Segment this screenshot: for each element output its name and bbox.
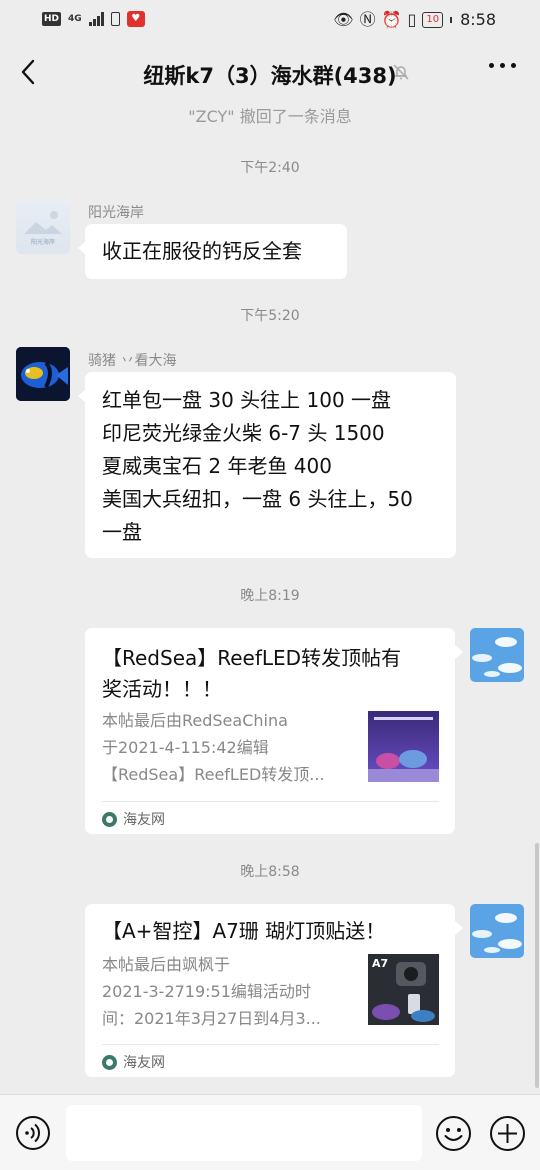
message-line: 印尼荧光绿金火柴 6-7 头 1500 <box>102 421 385 445</box>
message-input[interactable] <box>66 1105 422 1161</box>
mute-bell-icon <box>393 64 409 80</box>
sky-avatar-icon <box>470 628 524 682</box>
card-desc-line: 间：2021年3月27日到4月3... <box>102 1009 321 1028</box>
avatar[interactable]: 阳光海岸 <box>16 200 70 254</box>
eye-comfort-icon: 👁 <box>333 9 354 29</box>
card-title-line: 奖活动！！！ <box>102 677 222 701</box>
status-bar: HD 4G ♥ 👁 Ⓝ ⏰ ▯ 10 8:58 <box>0 0 540 40</box>
time-divider: 晚上8:19 <box>240 588 300 604</box>
add-more-icon[interactable] <box>489 1115 526 1152</box>
avatar[interactable] <box>16 347 70 401</box>
avatar-caption: 阳光海岸 <box>30 239 55 246</box>
recall-notice: "ZCY" 撤回了一条消息 <box>188 107 352 126</box>
shared-link-card[interactable]: 【RedSea】ReefLED转发顶帖有 奖活动！！！ 本帖最后由RedSeaC… <box>85 628 463 834</box>
card-desc-line: 本帖最后由飒枫于 <box>102 955 231 974</box>
source-logo-icon <box>102 811 117 827</box>
time-divider: 下午5:20 <box>240 308 300 324</box>
card-description: 本帖最后由RedSeaChina 于2021-4-115:42编辑 【RedSe… <box>102 707 325 788</box>
voice-input-icon[interactable] <box>15 1115 51 1151</box>
hd-badge: HD <box>42 12 62 26</box>
card-source: 海友网 <box>102 809 165 829</box>
emoji-icon[interactable] <box>435 1115 472 1152</box>
fish-avatar-icon <box>16 347 70 401</box>
chat-header: 纽斯k7（3）海水群(438) <box>0 40 540 106</box>
card-desc-line: 【RedSea】ReefLED转发顶... <box>102 765 325 784</box>
card-divider <box>102 1044 439 1045</box>
card-source: 海友网 <box>102 1052 165 1072</box>
time-divider: 下午2:40 <box>240 160 300 176</box>
message-line: 夏威夷宝石 2 年老鱼 400 <box>102 454 332 478</box>
my-avatar[interactable] <box>470 904 524 958</box>
app-notification-icon: ♥ <box>126 11 145 27</box>
coral-light-thumbnail: A7 <box>368 954 439 1025</box>
shared-link-card[interactable]: 【A+智控】A7珊 瑚灯顶贴送！ 本帖最后由飒枫于 2021-3-2719:51… <box>85 904 463 1077</box>
message-text: 收正在服役的钙反全套 <box>102 239 302 263</box>
chat-title: 纽斯k7（3）海水群(438) <box>143 64 397 88</box>
aquarium-thumbnail <box>368 711 439 782</box>
scrollbar[interactable] <box>535 843 539 1088</box>
more-options-button[interactable] <box>489 63 516 68</box>
status-left: HD 4G ♥ <box>42 11 145 27</box>
battery-tip <box>450 16 453 23</box>
vibrate-icon: ▯ <box>407 9 417 29</box>
status-time: 8:58 <box>460 10 496 29</box>
sky-avatar-icon <box>470 904 524 958</box>
card-desc-line: 本帖最后由RedSeaChina <box>102 711 288 730</box>
signal-icon <box>88 12 104 26</box>
card-desc-line: 2021-3-2719:51编辑活动时 <box>102 982 311 1001</box>
battery-icon: 10 <box>422 11 444 28</box>
battery-level: 10 <box>426 13 440 25</box>
card-title-line: 【RedSea】ReefLED转发顶帖有 <box>102 646 402 670</box>
card-title: 【A+智控】A7珊 瑚灯顶贴送！ <box>102 916 385 947</box>
time-divider: 晚上8:58 <box>240 864 300 880</box>
thumb-label: A7 <box>372 957 389 970</box>
alarm-icon: ⏰ <box>381 9 402 29</box>
nfc-icon: Ⓝ <box>359 9 376 29</box>
card-desc-line: 于2021-4-115:42编辑 <box>102 738 269 757</box>
sender-name: 阳光海岸 <box>88 205 144 221</box>
input-bar <box>0 1094 540 1170</box>
card-divider <box>102 801 439 802</box>
aquarium-image-icon <box>368 711 439 782</box>
message-line: 红单包一盘 30 头往上 100 一盘 <box>102 388 392 412</box>
message-line: 一盘 <box>102 520 142 544</box>
source-logo-icon <box>102 1054 117 1070</box>
source-name: 海友网 <box>123 1055 165 1071</box>
message-bubble[interactable]: 红单包一盘 30 头往上 100 一盘 印尼荧光绿金火柴 6-7 头 1500 … <box>78 372 456 558</box>
sender-name: 骑猪 丷看大海 <box>88 353 177 369</box>
card-description: 本帖最后由飒枫于 2021-3-2719:51编辑活动时 间：2021年3月27… <box>102 951 321 1032</box>
card-title: 【RedSea】ReefLED转发顶帖有 奖活动！！！ <box>102 643 401 705</box>
message-bubble[interactable]: 收正在服役的钙反全套 <box>78 224 347 279</box>
status-right: 👁 Ⓝ ⏰ ▯ 10 8:58 <box>333 10 496 29</box>
source-name: 海友网 <box>123 812 165 828</box>
network-type-label: 4G <box>68 13 82 24</box>
my-avatar[interactable] <box>470 628 524 682</box>
card-title-line: 【A+智控】A7珊 瑚灯顶贴送！ <box>102 919 386 943</box>
message-line: 美国大兵纽扣，一盘 6 头往上，50 <box>102 487 413 511</box>
small-battery-icon <box>110 12 120 26</box>
